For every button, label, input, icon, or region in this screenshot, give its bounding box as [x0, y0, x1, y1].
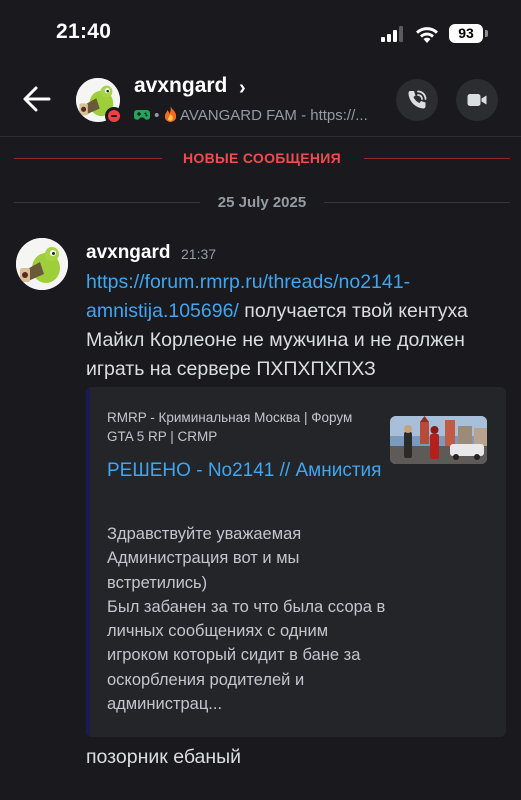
chat-header: avxngard › • AVANGARD FAM - https://... — [0, 60, 521, 137]
message-avatar[interactable] — [16, 238, 68, 290]
fire-icon — [164, 106, 176, 122]
cellular-signal-icon — [381, 26, 403, 42]
header-status: • AVANGARD FAM - https://... — [134, 106, 389, 124]
message-text: https://forum.rmrp.ru/threads/no2141-amn… — [86, 268, 506, 384]
date-label: 25 July 2025 — [217, 194, 307, 211]
message-text-2: позорник ебаный — [86, 746, 242, 768]
header-username[interactable]: avxngard — [134, 74, 227, 98]
user-avatar[interactable] — [76, 78, 123, 125]
embed-description: Здравствуйте уважаемая Администрация вот… — [107, 525, 386, 714]
message-timestamp: 21:37 — [181, 246, 217, 262]
dnd-status-icon — [105, 107, 123, 125]
status-text: AVANGARD FAM - https://... — [179, 107, 368, 124]
embed-provider[interactable]: RMRP - Криминальная Москва | Форум GTA 5… — [107, 408, 379, 446]
status-time: 21:40 — [56, 20, 112, 43]
status-separator: • — [154, 107, 160, 124]
embed-title[interactable]: РЕШЕНО - No2141 // Амнистия — [107, 457, 382, 485]
status-bar: 21:40 93 — [0, 0, 521, 60]
voice-call-button[interactable] — [396, 79, 438, 121]
video-camera-icon — [467, 94, 487, 106]
embed-thumbnail[interactable] — [390, 416, 487, 464]
date-divider: 25 July 2025 — [14, 192, 510, 214]
embed-accent-bar — [86, 387, 90, 737]
new-messages-label: НОВЫЕ СООБЩЕНИЯ — [171, 150, 353, 166]
thumbnail-image — [390, 416, 487, 464]
arrow-left-icon[interactable] — [22, 85, 52, 113]
phone-call-icon — [408, 90, 427, 109]
avatar-image — [16, 238, 68, 290]
chevron-right-icon[interactable]: › — [239, 77, 246, 100]
link-embed[interactable]: RMRP - Криминальная Москва | Форум GTA 5… — [86, 387, 506, 737]
video-call-button[interactable] — [456, 79, 498, 121]
message-author[interactable]: avxngard — [86, 242, 170, 264]
new-messages-divider: НОВЫЕ СООБЩЕНИЯ — [14, 148, 510, 170]
gamepad-icon — [134, 110, 150, 120]
battery-icon: 93 — [449, 24, 483, 43]
wifi-icon — [416, 27, 438, 43]
battery-nub — [485, 30, 488, 37]
